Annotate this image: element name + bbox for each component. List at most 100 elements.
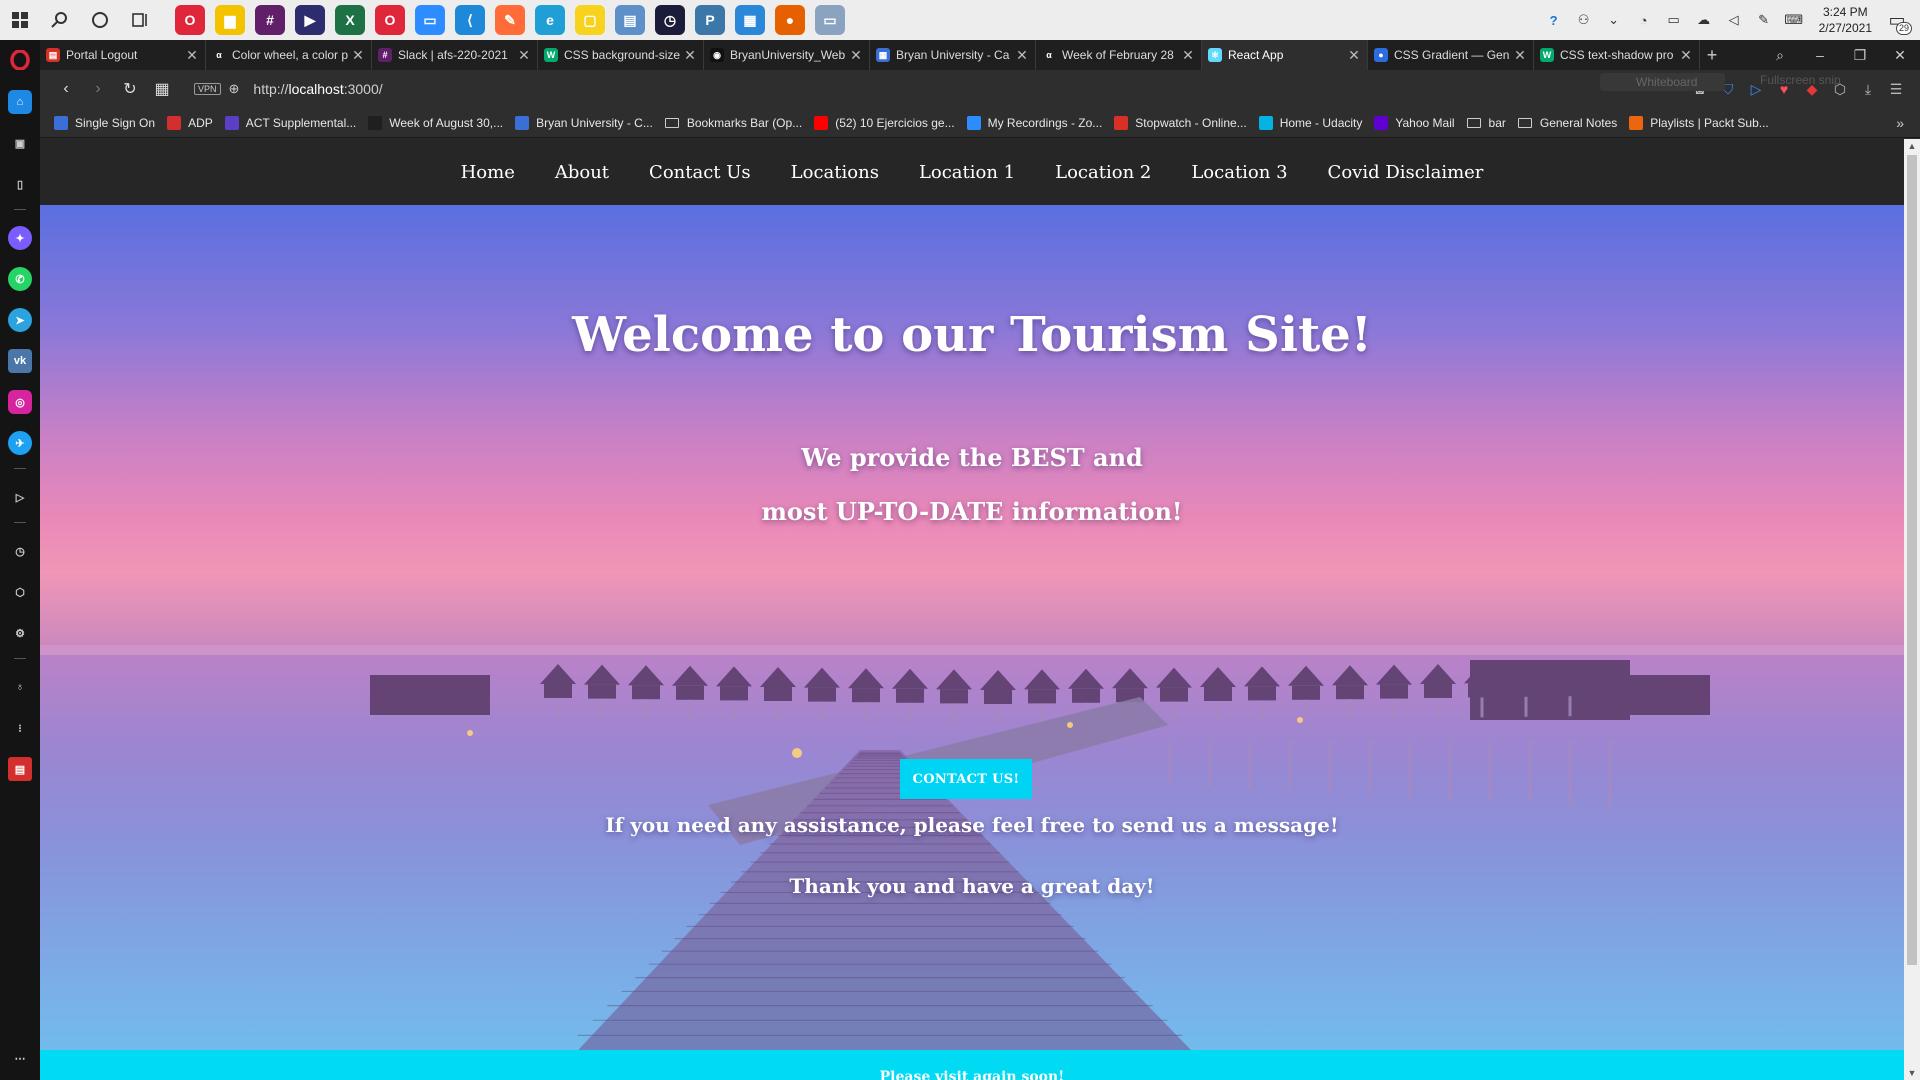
scroll-down-arrow-icon[interactable]: ▼ xyxy=(1904,1068,1920,1078)
tab-close-icon[interactable]: ✕ xyxy=(1347,47,1361,64)
workspace-icon[interactable]: ▣ xyxy=(8,131,32,155)
easy-setup-icon[interactable]: ☰ xyxy=(1882,81,1910,98)
tab-close-icon[interactable]: ✕ xyxy=(351,47,365,64)
search-icon[interactable] xyxy=(45,5,75,35)
bookmark-item[interactable]: ACT Supplemental... xyxy=(224,115,356,130)
twitter-icon[interactable]: ✈ xyxy=(8,431,32,455)
instagram-icon[interactable]: ◎ xyxy=(8,390,32,414)
tab-active[interactable]: ⚛ React App ✕ xyxy=(1202,40,1368,70)
tab-close-icon[interactable]: ✕ xyxy=(1015,47,1029,64)
browser-tab[interactable]: ▦ Bryan University - Ca ✕ xyxy=(870,40,1036,70)
vscode-app-icon[interactable]: ⟨ xyxy=(455,5,485,35)
browser-tab[interactable]: # Slack | afs-220-2021 ✕ xyxy=(372,40,538,70)
scrollbar-thumb[interactable] xyxy=(1907,155,1917,965)
cortana-icon[interactable] xyxy=(85,5,115,35)
edge-app-icon[interactable]: e xyxy=(535,5,565,35)
ms-store-app-icon[interactable]: ▦ xyxy=(735,5,765,35)
nav-link-locations[interactable]: Locations xyxy=(791,162,879,183)
download-icon[interactable]: ⤓ xyxy=(1854,81,1882,98)
browser-tab[interactable]: ▤ Portal Logout ✕ xyxy=(40,40,206,70)
vk-icon[interactable]: vk xyxy=(8,349,32,373)
browser-tab[interactable]: W CSS text-shadow pro ✕ xyxy=(1534,40,1700,70)
bookmark-item[interactable]: Week of August 30,... xyxy=(368,115,503,130)
minimize-icon[interactable]: – xyxy=(1800,47,1840,63)
browser-tab[interactable]: α Week of February 28 ✕ xyxy=(1036,40,1202,70)
whatsapp-icon[interactable]: ✆ xyxy=(8,267,32,291)
reader-icon[interactable]: ▯ xyxy=(8,172,32,196)
battery-icon[interactable]: ▭ xyxy=(1663,9,1685,31)
people-icon[interactable]: ⚇ xyxy=(1573,9,1595,31)
bookmark-item[interactable]: General Notes xyxy=(1517,116,1617,130)
nav-link-location-2[interactable]: Location 2 xyxy=(1055,162,1151,183)
tab-close-icon[interactable]: ✕ xyxy=(1679,47,1693,64)
slack-app-icon[interactable]: # xyxy=(255,5,285,35)
crypto-wallet-icon[interactable]: ⁝ xyxy=(8,716,32,740)
tab-close-icon[interactable]: ✕ xyxy=(683,47,697,64)
taskbar-clock[interactable]: 3:24 PM 2/27/2021 xyxy=(1819,4,1872,36)
bookmark-item[interactable]: Home - Udacity xyxy=(1258,115,1362,130)
lightbulb-icon[interactable]: ♁ xyxy=(8,675,32,699)
volume-icon[interactable]: ◁ xyxy=(1723,9,1745,31)
extensions-icon[interactable]: ⬡ xyxy=(8,580,32,604)
help-icon[interactable]: ? xyxy=(1543,9,1565,31)
nav-link-about[interactable]: About xyxy=(555,162,609,183)
url-field[interactable]: http://localhost:3000/ xyxy=(253,81,382,97)
keyboard-icon[interactable]: ⌨ xyxy=(1783,9,1805,31)
nav-link-covid-disclaimer[interactable]: Covid Disclaimer xyxy=(1328,162,1484,183)
scroll-up-arrow-icon[interactable]: ▲ xyxy=(1904,141,1920,151)
task-view-icon[interactable] xyxy=(125,5,155,35)
tab-search-icon[interactable]: ⌕ xyxy=(1760,47,1800,64)
bookmark-app-icon[interactable]: ▤ xyxy=(8,757,32,781)
vpn-badge[interactable]: VPN xyxy=(194,83,221,95)
browser-tab[interactable]: ◉ BryanUniversity_Web ✕ xyxy=(704,40,870,70)
nav-link-home[interactable]: Home xyxy=(461,162,515,183)
firefox-app-icon[interactable]: ● xyxy=(775,5,805,35)
page-scrollbar[interactable]: ▲ ▼ xyxy=(1904,139,1920,1080)
home-icon[interactable]: ⌂ xyxy=(8,90,32,114)
settings-gear-icon[interactable]: ⚙ xyxy=(8,621,32,645)
bookmark-item[interactable]: bar xyxy=(1466,116,1506,130)
tab-close-icon[interactable]: ✕ xyxy=(849,47,863,64)
stopwatch-app-icon[interactable]: ◷ xyxy=(655,5,685,35)
telegram-icon[interactable]: ➤ xyxy=(8,308,32,332)
bookmark-item[interactable]: Bookmarks Bar (Op... xyxy=(664,116,802,130)
wifi-icon[interactable]: ◔ xyxy=(1633,9,1655,31)
onedrive-icon[interactable]: ☁ xyxy=(1693,9,1715,31)
messenger-icon[interactable]: ✦ xyxy=(8,226,32,250)
more-options-icon[interactable]: ⋯ xyxy=(8,1046,32,1070)
nav-link-location-3[interactable]: Location 3 xyxy=(1191,162,1287,183)
tab-close-icon[interactable]: ✕ xyxy=(185,47,199,64)
bookmark-item[interactable]: My Recordings - Zo... xyxy=(966,115,1102,130)
opera-gx-app-icon[interactable]: O xyxy=(175,5,205,35)
chevron-up-icon[interactable]: ⌄ xyxy=(1603,9,1625,31)
control-panel-app-icon[interactable]: ▤ xyxy=(615,5,645,35)
browser-tab[interactable]: ● CSS Gradient — Gen ✕ xyxy=(1368,40,1534,70)
zoom-app-icon[interactable]: ▭ xyxy=(415,5,445,35)
reload-icon[interactable]: ↻ xyxy=(114,79,146,99)
tab-close-icon[interactable]: ✕ xyxy=(1513,47,1527,64)
bookmark-item[interactable]: Playlists | Packt Sub... xyxy=(1629,115,1769,130)
bookmark-item[interactable]: (52) 10 Ejercicios ge... xyxy=(814,115,955,130)
computer-app-icon[interactable]: ▭ xyxy=(815,5,845,35)
opera-app-icon[interactable]: O xyxy=(375,5,405,35)
pen-icon[interactable]: ✎ xyxy=(1753,9,1775,31)
bookmark-item[interactable]: Yahoo Mail xyxy=(1374,115,1455,130)
python-app-icon[interactable]: P xyxy=(695,5,725,35)
nav-link-contact-us[interactable]: Contact Us xyxy=(649,162,751,183)
new-tab-plus-icon[interactable]: + xyxy=(1700,45,1724,66)
bookmark-item[interactable]: Bryan University - C... xyxy=(515,115,653,130)
bookmark-item[interactable]: ADP xyxy=(167,115,213,130)
browser-tab[interactable]: α Color wheel, a color p ✕ xyxy=(206,40,372,70)
postman-app-icon[interactable]: ✎ xyxy=(495,5,525,35)
close-window-icon[interactable]: ✕ xyxy=(1880,47,1920,64)
tab-close-icon[interactable]: ✕ xyxy=(1181,47,1195,64)
power-automate-app-icon[interactable]: ▶ xyxy=(295,5,325,35)
excel-app-icon[interactable]: X xyxy=(335,5,365,35)
history-icon[interactable]: ◷ xyxy=(8,539,32,563)
globe-icon[interactable]: ⊕ xyxy=(229,81,240,97)
back-arrow-icon[interactable]: ‹ xyxy=(50,80,82,98)
sticky-notes-app-icon[interactable]: ▢ xyxy=(575,5,605,35)
file-explorer-app-icon[interactable]: ▆ xyxy=(215,5,245,35)
windows-start-icon[interactable] xyxy=(5,5,35,35)
nav-link-location-1[interactable]: Location 1 xyxy=(919,162,1015,183)
